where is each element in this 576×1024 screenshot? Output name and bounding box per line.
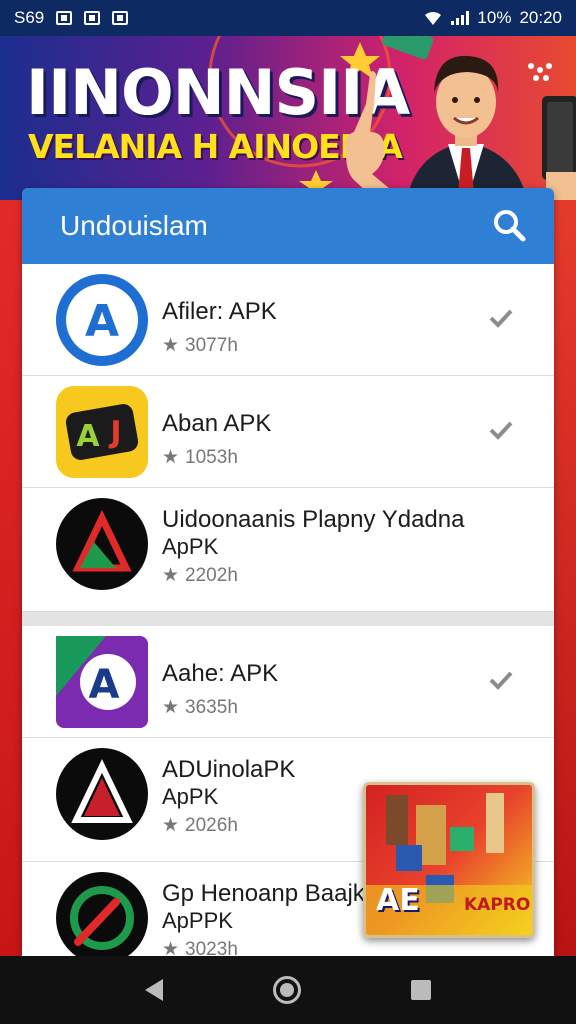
app-meta: ★ 2202h xyxy=(162,564,238,587)
businessman-illustration xyxy=(345,55,576,200)
wifi-icon xyxy=(425,11,442,25)
app-icon xyxy=(56,498,148,590)
background-left xyxy=(0,200,22,960)
app-meta: ★ 3635h xyxy=(162,696,238,719)
list-item[interactable]: Uidoonaanis Plapny Ydadna ApPK ★ 2202h xyxy=(22,488,554,612)
app-meta-value: 3023h xyxy=(185,938,238,957)
search-button[interactable] xyxy=(488,204,532,248)
search-icon xyxy=(494,210,526,242)
check-icon xyxy=(489,421,513,440)
check-icon xyxy=(489,309,513,328)
svg-text:A: A xyxy=(85,296,119,347)
svg-text:A: A xyxy=(76,419,100,454)
app-name: Aban APK xyxy=(162,410,272,437)
back-button[interactable] xyxy=(145,979,163,1001)
notification-icon xyxy=(112,11,129,25)
app-meta: ★ 3023h xyxy=(162,938,238,957)
app-meta: ★ 3077h xyxy=(162,334,238,357)
promo-banner[interactable]: IINONNSIIA VELANIA H AINOEDIA xyxy=(0,36,576,200)
app-meta-value: 1053h xyxy=(185,446,238,468)
app-meta-value: 3635h xyxy=(185,696,238,718)
star-icon: ★ xyxy=(162,447,180,468)
star-icon: ★ xyxy=(162,697,180,718)
signal-icon xyxy=(451,11,470,25)
background-right xyxy=(554,200,576,960)
recents-button[interactable] xyxy=(411,980,431,1000)
list-item[interactable]: A J Aban APK ★ 1053h xyxy=(22,376,554,488)
app-name: Gp Henoanp Baajk xyxy=(162,880,365,907)
app-icon: A xyxy=(56,636,148,728)
star-icon: ★ xyxy=(162,815,180,836)
star-icon: ★ xyxy=(162,939,180,956)
app-meta-value: 2026h xyxy=(185,814,238,836)
app-name: ADUinolaPK xyxy=(162,756,296,783)
app-icon xyxy=(56,748,148,840)
battery-text: 10% xyxy=(477,8,512,27)
svg-text:J: J xyxy=(108,415,121,450)
search-bar[interactable]: Undouislam xyxy=(22,188,554,264)
list-item[interactable]: A Aahe: APK ★ 3635h xyxy=(22,626,554,738)
status-text: S69 xyxy=(14,8,45,27)
app-name: Afiler: APK xyxy=(162,298,277,325)
app-meta: ★ 1053h xyxy=(162,446,238,469)
app-name: Uidoonaanis Plapny Ydadna xyxy=(162,506,465,533)
star-icon: ★ xyxy=(162,335,180,356)
app-meta: ★ 2026h xyxy=(162,814,238,837)
floating-ad-thumbnail[interactable]: AE KAPRO xyxy=(363,782,535,938)
notification-icon xyxy=(84,11,101,25)
navigation-bar xyxy=(0,956,576,1024)
ad-label-left: AE xyxy=(376,883,420,918)
search-title: Undouislam xyxy=(60,210,208,241)
app-name-line2: ApPPK xyxy=(162,908,233,933)
section-divider xyxy=(22,612,554,626)
notification-icon xyxy=(56,11,73,25)
status-bar: S69 10% 20:20 xyxy=(0,0,576,36)
star-icon: ★ xyxy=(162,565,180,586)
app-icon: A J xyxy=(56,386,148,478)
app-name: Aahe: APK xyxy=(162,660,279,687)
ad-label-right: KAPRO xyxy=(464,895,531,915)
clock: 20:20 xyxy=(519,8,562,27)
app-icon xyxy=(56,872,148,956)
home-button[interactable] xyxy=(273,976,301,1004)
list-item[interactable]: A Afiler: APK ★ 3077h xyxy=(22,264,554,376)
app-icon: A xyxy=(56,274,148,366)
app-meta-value: 2202h xyxy=(185,564,238,586)
app-name-line2: ApPK xyxy=(162,784,219,809)
app-meta-value: 3077h xyxy=(185,334,238,356)
svg-text:A: A xyxy=(89,662,120,708)
check-icon xyxy=(489,671,513,690)
app-name-line2: ApPK xyxy=(162,534,219,559)
